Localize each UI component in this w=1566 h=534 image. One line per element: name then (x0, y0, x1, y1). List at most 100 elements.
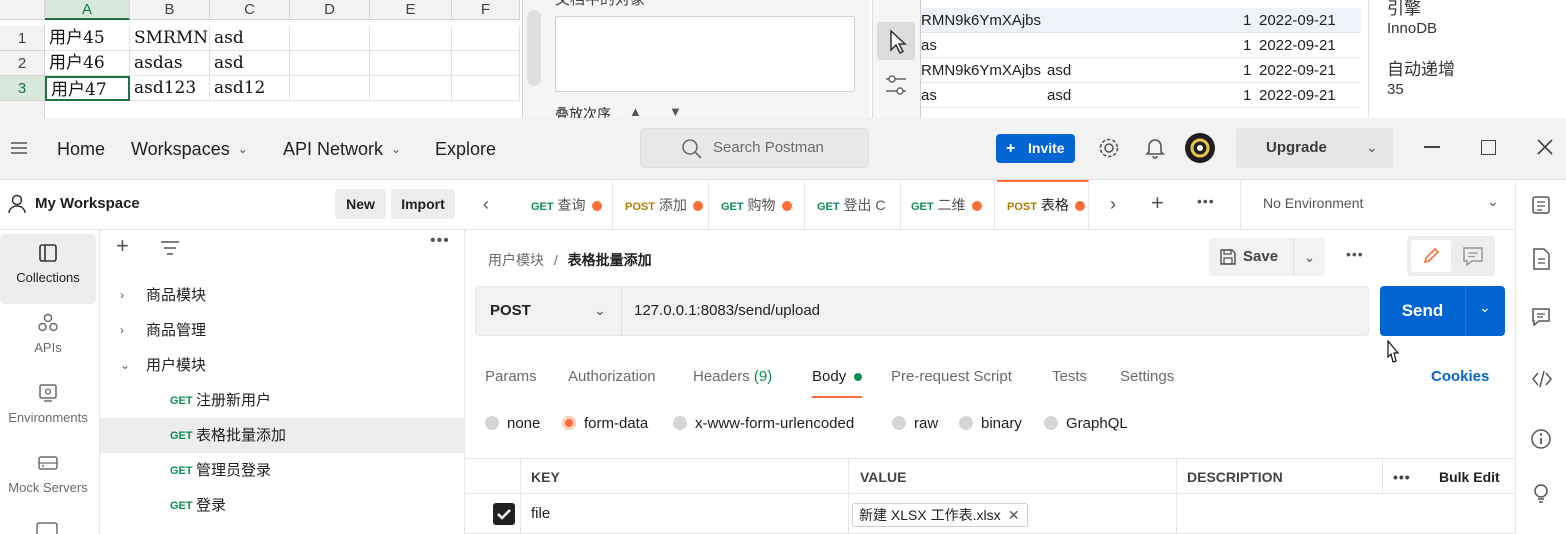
radio-graphql[interactable]: GraphQL (1044, 414, 1128, 434)
chevron-down-icon[interactable]: ⌄ (1366, 139, 1378, 156)
tab-request-active[interactable]: POST 表格 (997, 180, 1089, 230)
edit-mode-button[interactable] (1411, 240, 1451, 272)
monitors-icon[interactable] (36, 522, 58, 534)
radio-form-data[interactable]: form-data (562, 414, 648, 434)
rail-mock-servers[interactable]: Mock Servers (0, 444, 96, 514)
request-row[interactable]: GET 表格批量添加 (100, 418, 464, 453)
row-key[interactable]: file (531, 505, 550, 522)
cell-a1[interactable]: 用户45 (45, 26, 130, 51)
nav-api-network[interactable]: API Network ⌄ (283, 136, 401, 162)
filter-icon[interactable] (160, 240, 180, 256)
new-tab-icon[interactable]: + (1151, 190, 1164, 216)
cell-a3[interactable]: 用户47 (45, 76, 130, 101)
cell-b2[interactable]: asdas (130, 51, 210, 76)
cell-a2[interactable]: 用户46 (45, 51, 130, 76)
request-more-icon[interactable]: ••• (1346, 246, 1364, 262)
search-input[interactable]: Search Postman (640, 128, 869, 168)
col-header-a[interactable]: A (45, 0, 130, 20)
col-header-c[interactable]: C (210, 0, 290, 20)
cell-b3[interactable]: asd123 (130, 76, 210, 101)
radio-x-www-form-urlencoded[interactable]: x-www-form-urlencoded (673, 414, 854, 434)
row-checkbox[interactable] (493, 503, 515, 525)
nav-home[interactable]: Home (57, 136, 105, 162)
cell-c3[interactable]: asd12 (210, 76, 290, 101)
bell-icon[interactable] (1145, 137, 1165, 159)
new-button[interactable]: New (335, 189, 386, 219)
table-more-icon[interactable]: ••• (1393, 459, 1411, 495)
tab-authorization[interactable]: Authorization (568, 368, 656, 392)
radio-binary[interactable]: binary (959, 414, 1022, 434)
move-up-icon[interactable]: ▲ (629, 104, 642, 118)
invite-button[interactable]: + Invite (996, 134, 1075, 163)
rail-environments[interactable]: Environments (0, 374, 96, 444)
db-row[interactable]: RMN9k6YmXAjbs asd 1 2022-09-21 (921, 58, 1361, 83)
send-button[interactable]: Send ⌄ (1380, 286, 1505, 336)
tab-body[interactable]: Body (812, 368, 863, 398)
row-header-3[interactable]: 3 (0, 76, 45, 101)
remove-file-icon[interactable]: ✕ (1008, 504, 1020, 526)
url-input[interactable]: 127.0.0.1:8083/send/upload (634, 287, 820, 335)
upgrade-button[interactable]: Upgrade ⌄ (1236, 128, 1393, 168)
more-icon[interactable]: ••• (430, 232, 450, 250)
tab-headers[interactable]: Headers (9) (693, 368, 772, 392)
radio-raw[interactable]: raw (892, 414, 938, 434)
objects-list[interactable] (555, 16, 855, 92)
folder-row[interactable]: › 商品模块 (100, 278, 464, 313)
row-header-1[interactable]: 1 (0, 26, 45, 51)
bulk-edit-button[interactable]: Bulk Edit (1439, 459, 1500, 495)
col-header-b[interactable]: B (130, 0, 210, 20)
cell-c1[interactable]: asd (210, 26, 290, 51)
folder-row[interactable]: ⌄ 用户模块 (100, 348, 464, 383)
file-chip[interactable]: 新建 XLSX 工作表.xlsx ✕ (852, 503, 1028, 527)
environment-quicklook-icon[interactable] (1530, 194, 1552, 216)
request-row[interactable]: GET 注册新用户 (100, 383, 464, 418)
add-icon[interactable]: + (116, 234, 129, 258)
row-header-4[interactable] (0, 101, 45, 118)
comments-icon[interactable] (1530, 306, 1552, 328)
cell-e3[interactable] (370, 76, 452, 101)
chevron-down-icon[interactable]: ⌄ (1293, 238, 1325, 276)
rail-apis[interactable]: APIs (0, 304, 96, 374)
cookies-link[interactable]: Cookies (1431, 368, 1489, 385)
request-row[interactable]: GET 登录 (100, 488, 464, 523)
workspace-name[interactable]: My Workspace (35, 195, 140, 212)
nav-workspaces[interactable]: Workspaces ⌄ (131, 136, 248, 162)
method-select[interactable]: POST ⌄ (476, 287, 622, 335)
pane-scrollbar[interactable] (527, 10, 541, 86)
radio-none[interactable]: none (485, 414, 540, 434)
lightbulb-icon[interactable] (1530, 482, 1552, 504)
breadcrumb-parent[interactable]: 用户模块 (488, 252, 544, 268)
tab-request[interactable]: GET 购物 (711, 180, 805, 230)
tab-prerequest-script[interactable]: Pre-request Script (891, 368, 1012, 392)
cell-d3[interactable] (290, 76, 370, 101)
tab-request[interactable]: GET 查询 (521, 180, 613, 230)
breadcrumb-current[interactable]: 表格批量添加 (568, 252, 652, 268)
code-icon[interactable] (1530, 368, 1554, 390)
db-row[interactable]: as 1 2022-09-21 (921, 33, 1361, 58)
col-header-d[interactable]: D (290, 0, 370, 20)
col-header-e[interactable]: E (370, 0, 452, 20)
tab-request[interactable]: GET 二维 (901, 180, 995, 230)
minimize-icon[interactable] (1424, 146, 1440, 148)
environment-select[interactable]: No Environment ⌄ (1240, 180, 1515, 230)
col-header-f[interactable]: F (452, 0, 520, 20)
rail-collections[interactable]: Collections (0, 234, 96, 304)
request-row[interactable]: GET 管理员登录 (100, 453, 464, 488)
tabs-more-icon[interactable]: ••• (1197, 193, 1215, 209)
folder-row[interactable]: › 商品管理 (100, 313, 464, 348)
cell-d2[interactable] (290, 51, 370, 76)
tab-params[interactable]: Params (485, 368, 537, 392)
db-row[interactable]: RMN9k6YmXAjbs 1 2022-09-21 (921, 8, 1361, 33)
nav-explore[interactable]: Explore (435, 136, 496, 162)
save-button[interactable]: Save ⌄ (1209, 238, 1325, 276)
cell-c2[interactable]: asd (210, 51, 290, 76)
tab-request[interactable]: POST 添加 (615, 180, 709, 230)
documentation-icon[interactable] (1530, 247, 1552, 271)
db-row[interactable]: as asd 1 2022-09-21 (921, 83, 1361, 108)
tab-request[interactable]: GET 登出 C (807, 180, 901, 230)
menu-icon[interactable] (10, 140, 28, 156)
tab-tests[interactable]: Tests (1052, 368, 1087, 392)
info-icon[interactable] (1530, 428, 1552, 450)
move-down-icon[interactable]: ▼ (669, 104, 682, 118)
chevron-left-icon[interactable]: ‹ (483, 194, 489, 215)
